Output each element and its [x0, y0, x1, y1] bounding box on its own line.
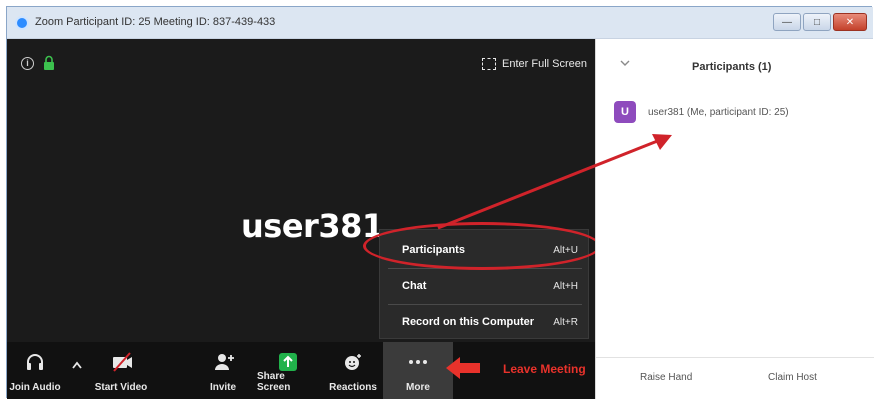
participants-panel: Participants (1) U user381 (Me, particip… [595, 39, 874, 399]
more-button[interactable]: More [383, 342, 453, 399]
participant-video-name: user381 [241, 207, 384, 245]
leave-meeting-button[interactable]: Leave Meeting [503, 362, 586, 376]
maximize-button[interactable]: □ [803, 13, 831, 31]
reactions-icon [345, 354, 361, 370]
participant-row[interactable]: U user381 (Me, participant ID: 25) [614, 101, 789, 123]
panel-title: Participants (1) [692, 61, 772, 73]
menu-item-chat[interactable]: Chat Alt+H [380, 268, 590, 304]
raise-hand-button[interactable]: Raise Hand [640, 372, 692, 383]
menu-item-shortcut: Alt+R [553, 316, 578, 328]
more-dots-icon [409, 360, 427, 364]
claim-host-button[interactable]: Claim Host [768, 372, 817, 383]
lock-icon[interactable] [43, 55, 55, 70]
reactions-button[interactable]: Reactions [325, 342, 381, 399]
zoom-window: Zoom Participant ID: 25 Meeting ID: 837-… [6, 6, 874, 399]
highlight-ellipse [363, 222, 601, 270]
headphones-icon [27, 354, 43, 370]
video-off-icon [113, 352, 132, 372]
fullscreen-label: Enter Full Screen [502, 58, 587, 70]
meeting-toolbar: Join Audio Start Video Invite Share Scre… [7, 342, 595, 399]
add-user-icon [215, 354, 234, 370]
title-bar: Zoom Participant ID: 25 Meeting ID: 837-… [7, 7, 873, 39]
join-audio-label: Join Audio [9, 382, 61, 393]
window-controls: — □ ✕ [773, 13, 867, 31]
menu-item-record[interactable]: Record on this Computer Alt+R [380, 304, 590, 340]
participant-name: user381 (Me, participant ID: 25) [648, 106, 789, 118]
start-video-button[interactable]: Start Video [91, 342, 151, 399]
invite-button[interactable]: Invite [203, 342, 243, 399]
annotation-arrow-left [446, 357, 480, 379]
reactions-label: Reactions [329, 382, 377, 393]
invite-label: Invite [209, 382, 237, 393]
share-screen-button[interactable]: Share Screen [257, 342, 319, 399]
chevron-up-icon[interactable] [71, 360, 83, 370]
avatar: U [614, 101, 636, 123]
share-screen-label: Share Screen [257, 371, 291, 393]
menu-item-shortcut: Alt+H [553, 280, 578, 292]
window-title: Zoom Participant ID: 25 Meeting ID: 837-… [35, 16, 276, 28]
menu-item-label: Record on this Computer [402, 316, 535, 328]
zoom-app-icon [15, 16, 29, 30]
close-button[interactable]: ✕ [833, 13, 867, 31]
start-video-label: Start Video [94, 382, 148, 393]
menu-item-label: Chat [402, 280, 427, 292]
video-area: i Enter Full Screen user381 Participants… [7, 39, 601, 399]
panel-footer: Raise Hand Claim Host [596, 357, 874, 399]
share-screen-icon [279, 353, 297, 371]
enter-full-screen-button[interactable]: Enter Full Screen [482, 53, 587, 75]
info-icon[interactable]: i [21, 57, 34, 70]
fullscreen-icon [482, 58, 497, 70]
more-label: More [406, 382, 430, 393]
minimize-button[interactable]: — [773, 13, 801, 31]
join-audio-button[interactable]: Join Audio [9, 342, 61, 399]
chevron-down-icon[interactable] [620, 59, 630, 67]
